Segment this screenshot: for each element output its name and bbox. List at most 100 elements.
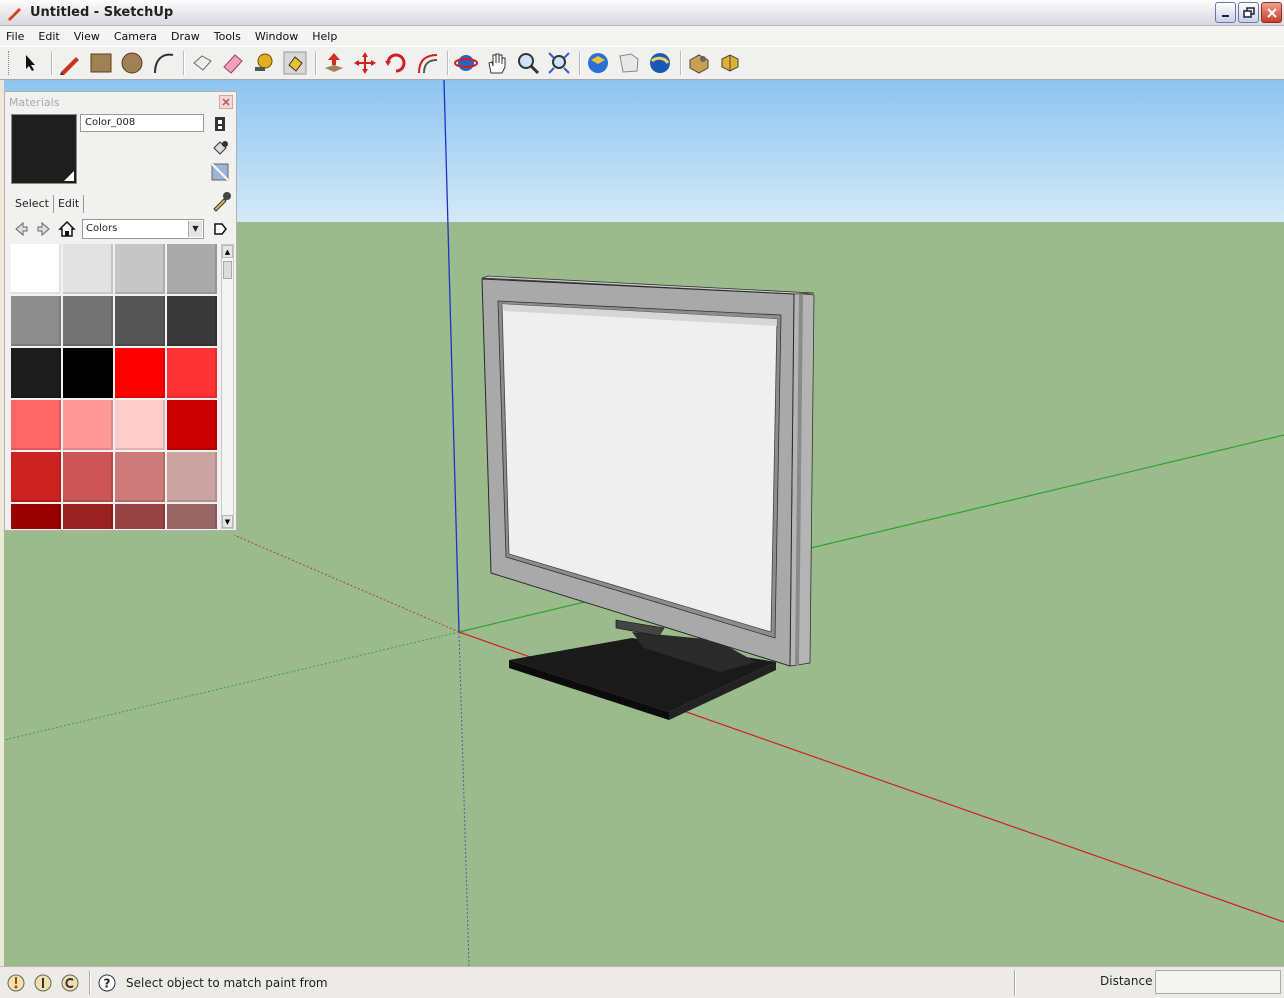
material-swatch[interactable] bbox=[11, 400, 61, 450]
material-swatch[interactable] bbox=[63, 452, 113, 502]
material-swatch-grid bbox=[11, 244, 221, 529]
materials-close-button[interactable] bbox=[219, 95, 233, 109]
menu-edit[interactable]: Edit bbox=[38, 30, 59, 43]
close-icon bbox=[1266, 7, 1277, 18]
back-icon[interactable] bbox=[11, 219, 31, 239]
material-swatch[interactable] bbox=[63, 296, 113, 346]
make-component-icon[interactable] bbox=[188, 49, 216, 77]
material-swatch[interactable] bbox=[167, 348, 217, 398]
material-swatch[interactable] bbox=[167, 504, 217, 529]
menu-help[interactable]: Help bbox=[312, 30, 337, 43]
status-bar: ? Select object to match paint from Dist… bbox=[0, 966, 1284, 998]
sketchup-app-icon bbox=[6, 5, 22, 21]
material-swatch[interactable] bbox=[167, 400, 217, 450]
scroll-down-icon[interactable]: ▼ bbox=[222, 515, 233, 528]
restore-button[interactable] bbox=[1238, 2, 1259, 23]
menu-tools[interactable]: Tools bbox=[214, 30, 241, 43]
help-icon[interactable]: ? bbox=[97, 973, 117, 993]
material-swatch[interactable] bbox=[63, 504, 113, 529]
line-tool-icon[interactable] bbox=[56, 49, 84, 77]
materials-title-text: Materials bbox=[9, 95, 60, 109]
credits-icon[interactable] bbox=[33, 973, 53, 993]
minimize-icon bbox=[1221, 14, 1229, 17]
paint-bucket-icon[interactable] bbox=[210, 138, 230, 158]
menu-draw[interactable]: Draw bbox=[171, 30, 200, 43]
arc-tool-icon[interactable] bbox=[149, 49, 177, 77]
library-select[interactable]: Colors ▼ bbox=[82, 219, 204, 239]
material-swatch[interactable] bbox=[115, 400, 165, 450]
toolbar-separator bbox=[183, 51, 185, 75]
swatch-scrollbar[interactable]: ▲ ▼ bbox=[221, 244, 234, 529]
material-swatch[interactable] bbox=[11, 244, 61, 294]
material-swatch[interactable] bbox=[11, 504, 61, 529]
geo-location-icon[interactable] bbox=[6, 973, 26, 993]
material-swatch[interactable] bbox=[167, 296, 217, 346]
material-swatch[interactable] bbox=[11, 296, 61, 346]
menu-bar: File Edit View Camera Draw Tools Window … bbox=[0, 26, 1284, 46]
material-swatch[interactable] bbox=[63, 400, 113, 450]
pan-tool-icon[interactable] bbox=[483, 49, 511, 77]
share-model-icon[interactable] bbox=[615, 49, 643, 77]
menu-file[interactable]: File bbox=[6, 30, 24, 43]
title-bar: Untitled - SketchUp bbox=[0, 0, 1284, 26]
material-swatch[interactable] bbox=[115, 348, 165, 398]
material-name-field[interactable]: Color_008 bbox=[80, 114, 204, 132]
google-earth-icon[interactable] bbox=[646, 49, 674, 77]
svg-text:?: ? bbox=[104, 976, 111, 990]
material-swatch[interactable] bbox=[167, 452, 217, 502]
orbit-tool-icon[interactable] bbox=[452, 49, 480, 77]
circle-tool-icon[interactable] bbox=[118, 49, 146, 77]
status-message: Select object to match paint from bbox=[126, 975, 328, 990]
home-icon[interactable] bbox=[57, 219, 77, 239]
material-swatch[interactable] bbox=[11, 452, 61, 502]
default-material-icon[interactable] bbox=[210, 162, 230, 182]
status-divider bbox=[1014, 970, 1016, 996]
window-title: Untitled - SketchUp bbox=[30, 5, 174, 20]
measurements-input[interactable] bbox=[1155, 970, 1281, 994]
sample-paint-icon[interactable] bbox=[210, 190, 232, 212]
menu-view[interactable]: View bbox=[74, 30, 100, 43]
paint-bucket-icon[interactable] bbox=[281, 49, 309, 77]
minimize-button[interactable] bbox=[1215, 2, 1236, 23]
tab-select[interactable]: Select bbox=[11, 195, 54, 213]
material-swatch[interactable] bbox=[167, 244, 217, 294]
material-swatch[interactable] bbox=[63, 244, 113, 294]
menu-camera[interactable]: Camera bbox=[114, 30, 157, 43]
material-swatch[interactable] bbox=[115, 452, 165, 502]
offset-tool-icon[interactable] bbox=[413, 49, 441, 77]
select-tool-icon[interactable] bbox=[17, 49, 45, 77]
material-swatch[interactable] bbox=[115, 296, 165, 346]
get-models-icon[interactable] bbox=[584, 49, 612, 77]
create-material-icon[interactable] bbox=[210, 114, 230, 134]
material-swatch[interactable] bbox=[115, 504, 165, 529]
tab-edit[interactable]: Edit bbox=[54, 195, 85, 213]
preview-corner-icon bbox=[64, 171, 74, 181]
tape-measure-icon[interactable] bbox=[250, 49, 278, 77]
rectangle-tool-icon[interactable] bbox=[87, 49, 115, 77]
close-button[interactable] bbox=[1261, 2, 1282, 23]
extension-icon[interactable] bbox=[716, 49, 744, 77]
scroll-up-icon[interactable]: ▲ bbox=[222, 245, 233, 258]
menu-window[interactable]: Window bbox=[255, 30, 298, 43]
material-preview-swatch[interactable] bbox=[11, 114, 77, 184]
main-toolbar bbox=[0, 46, 1284, 80]
move-tool-icon[interactable] bbox=[351, 49, 379, 77]
rotate-tool-icon[interactable] bbox=[382, 49, 410, 77]
components-icon[interactable] bbox=[685, 49, 713, 77]
zoom-tool-icon[interactable] bbox=[514, 49, 542, 77]
materials-tabs: Select Edit bbox=[11, 193, 85, 213]
material-swatch[interactable] bbox=[11, 348, 61, 398]
author-icon[interactable] bbox=[60, 973, 80, 993]
toolbar-separator bbox=[315, 51, 317, 75]
chevron-down-icon: ▼ bbox=[188, 221, 202, 237]
toolbar-grip[interactable] bbox=[8, 51, 11, 75]
material-swatch[interactable] bbox=[115, 244, 165, 294]
material-swatch[interactable] bbox=[63, 348, 113, 398]
restore-icon bbox=[1242, 6, 1255, 18]
push-pull-icon[interactable] bbox=[320, 49, 348, 77]
scroll-thumb[interactable] bbox=[223, 261, 232, 279]
forward-icon[interactable] bbox=[34, 219, 54, 239]
details-arrow-icon[interactable] bbox=[210, 219, 230, 239]
eraser-tool-icon[interactable] bbox=[219, 49, 247, 77]
zoom-extents-icon[interactable] bbox=[545, 49, 573, 77]
